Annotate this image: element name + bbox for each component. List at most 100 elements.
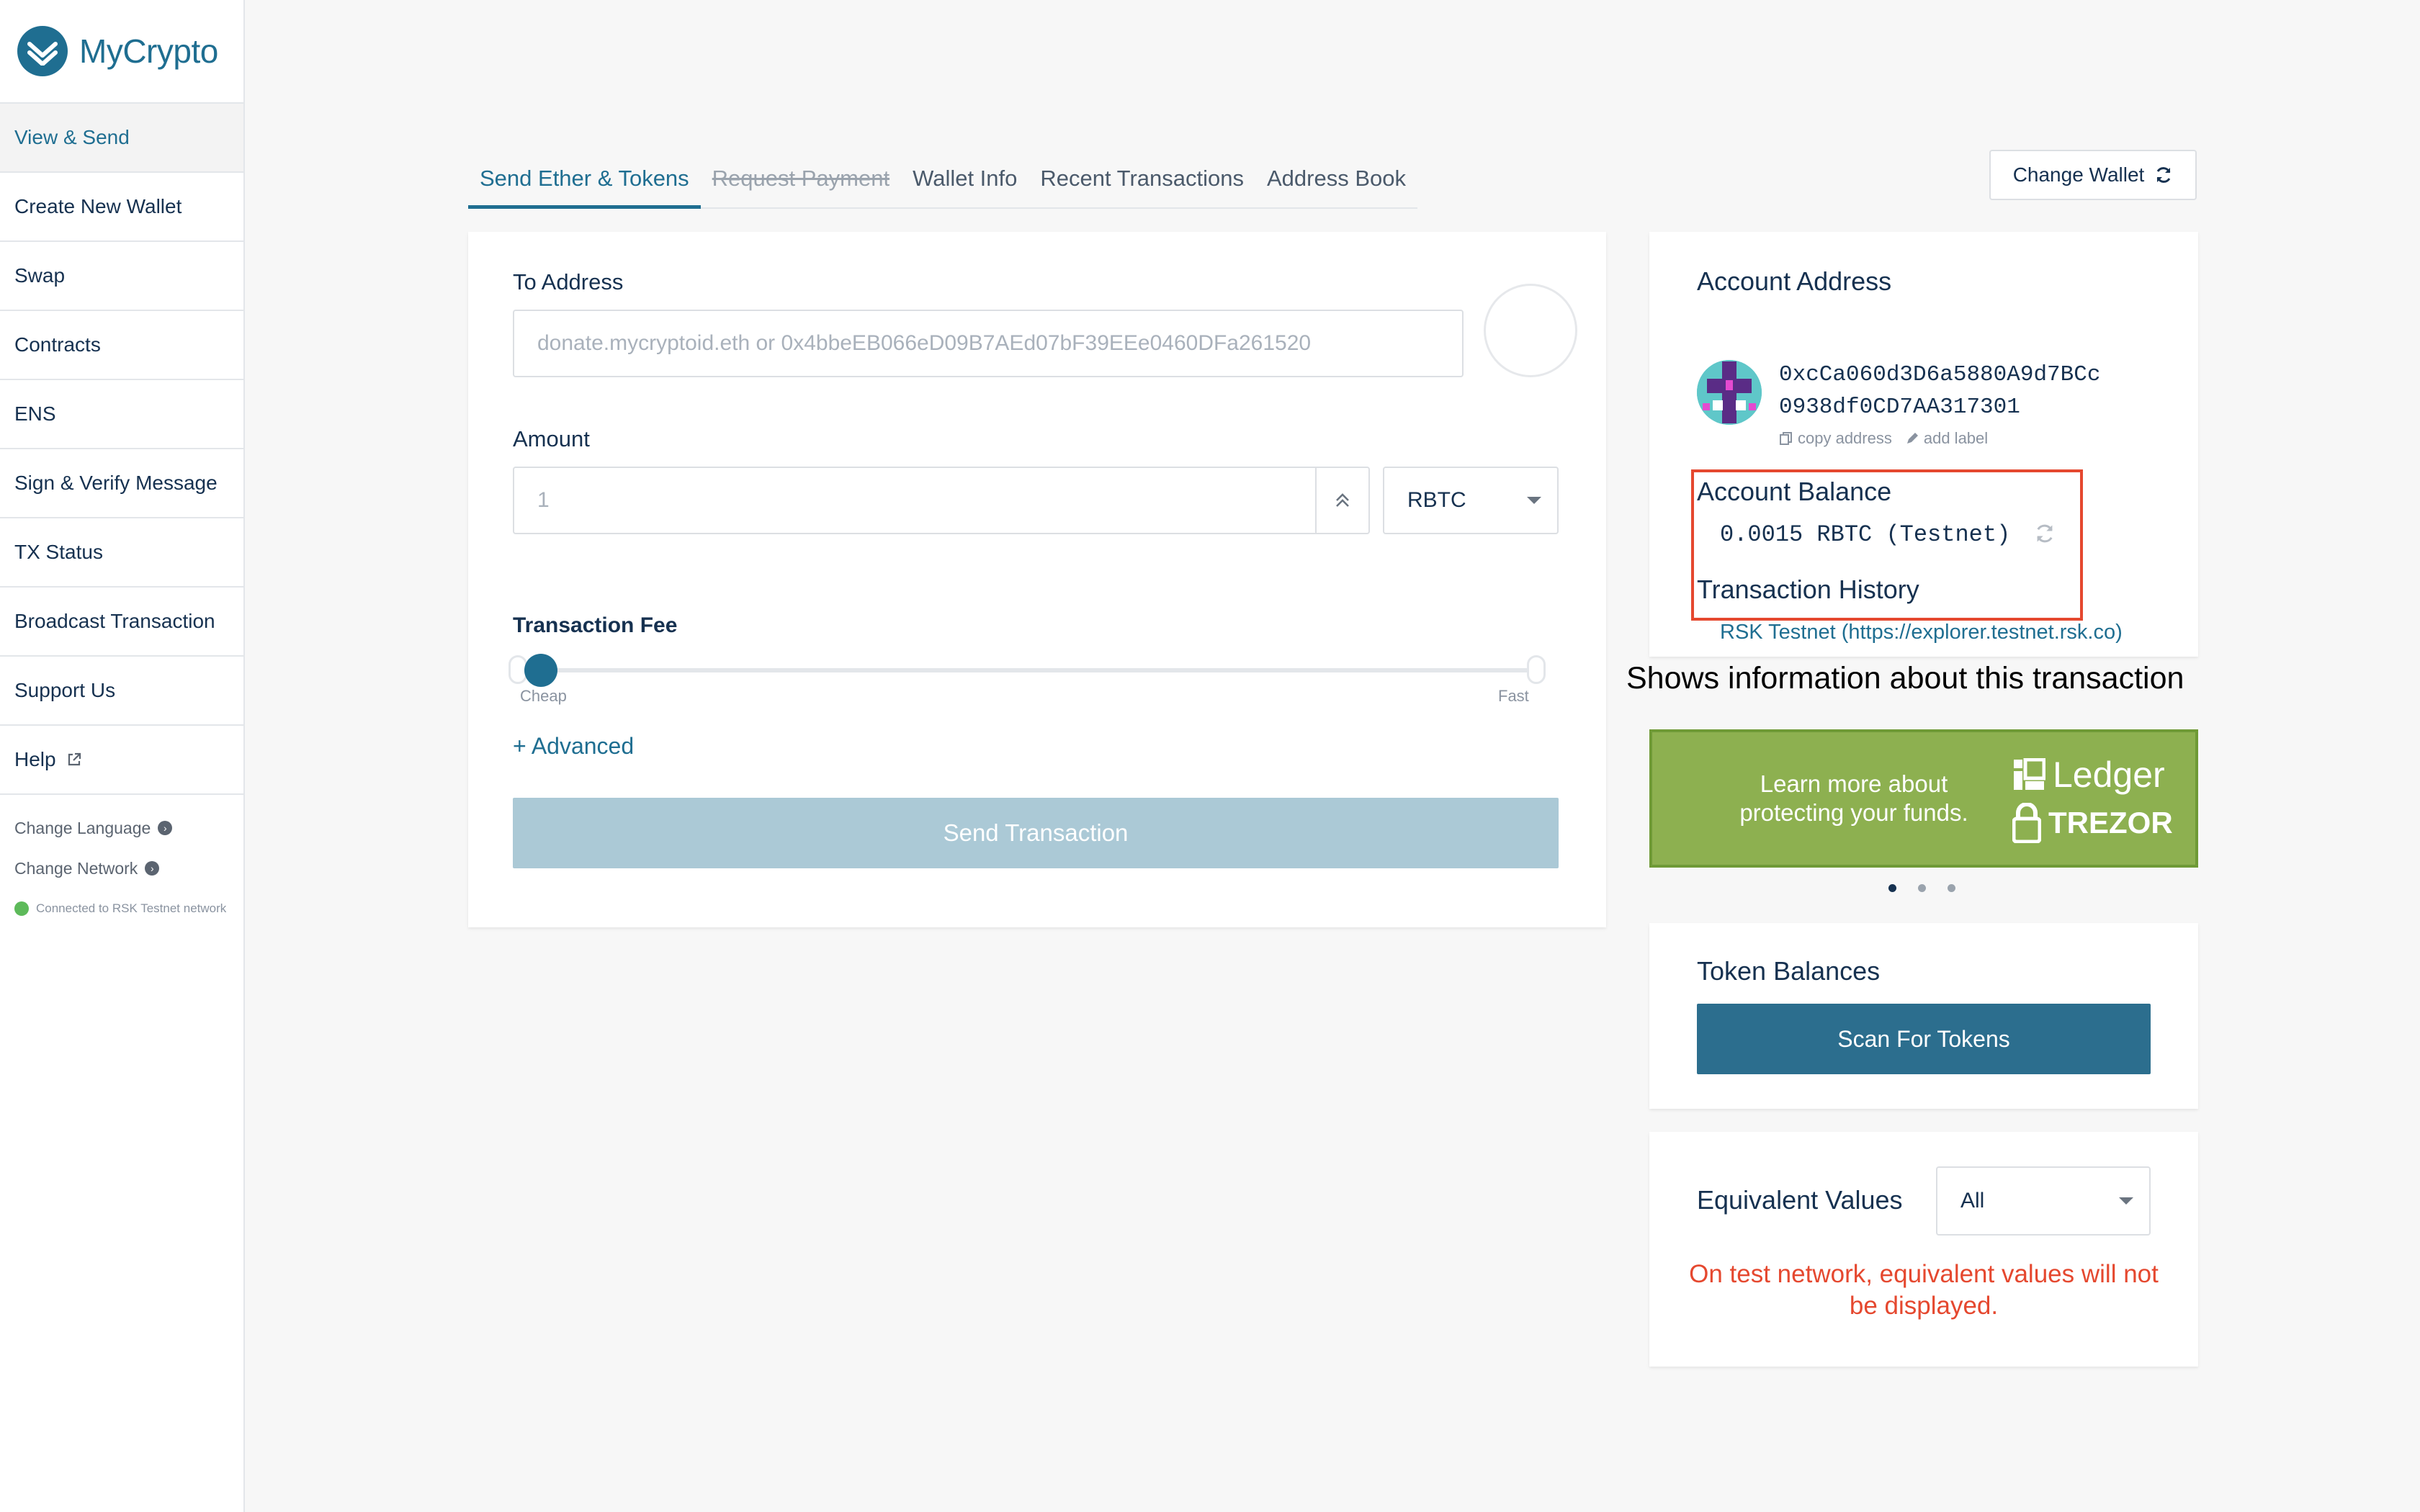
sidebar-item-contracts[interactable]: Contracts (0, 311, 243, 380)
amount-placeholder: 1 (537, 488, 550, 512)
change-language-label: Change Language (14, 818, 151, 837)
equivalent-selected-value: All (1960, 1189, 1985, 1212)
equivalent-currency-select[interactable]: All (1936, 1166, 2151, 1236)
chevron-down-icon (2119, 1197, 2133, 1205)
equivalent-values-card: Equivalent Values All On test network, e… (1649, 1132, 2198, 1367)
sidebar-item-ens[interactable]: ENS (0, 380, 243, 449)
pencil-icon (1906, 433, 1918, 444)
equivalent-values-title: Equivalent Values (1697, 1185, 1903, 1215)
to-address-placeholder: donate.mycryptoid.eth or 0x4bbeEB066eD09… (537, 331, 1312, 355)
amount-input[interactable]: 1 (513, 467, 1370, 534)
fee-fast-label: Fast (1498, 687, 1529, 705)
equivalent-values-note: On test network, equivalent values will … (1689, 1260, 2159, 1320)
mycrypto-logo-icon (17, 26, 68, 76)
sidebar-item-label: TX Status (14, 541, 103, 563)
address-identicon-placeholder (1484, 284, 1577, 377)
sidebar-item-support[interactable]: Support Us (0, 657, 243, 726)
transaction-history-title: Transaction History (1697, 575, 1919, 604)
change-network-label: Change Network (14, 858, 138, 878)
status-dot-icon (14, 901, 29, 916)
sidebar-item-label: Broadcast Transaction (14, 610, 215, 632)
tab-wallet-info[interactable]: Wallet Info (901, 157, 1028, 209)
app-name: MyCrypto (79, 32, 218, 70)
to-address-input[interactable]: donate.mycryptoid.eth or 0x4bbeEB066eD09… (513, 310, 1464, 377)
sidebar-item-label: Support Us (14, 679, 116, 701)
account-identicon (1697, 360, 1762, 425)
account-balance-title: Account Balance (1697, 477, 1892, 506)
copy-address-button[interactable]: copy address (1779, 429, 1892, 448)
refresh-balance-icon[interactable] (2034, 523, 2056, 544)
sidebar-item-help[interactable]: Help (0, 726, 243, 795)
trezor-brand: TREZOR (2012, 803, 2173, 843)
ledger-logo-icon (2014, 758, 2045, 790)
send-max-button[interactable] (1315, 468, 1368, 533)
sidebar-item-create-wallet[interactable]: Create New Wallet (0, 173, 243, 242)
sidebar-item-broadcast[interactable]: Broadcast Transaction (0, 588, 243, 657)
address-line-1: 0xcCa060d3D6a5880A9d7BCc (1779, 362, 2101, 387)
add-label-button[interactable]: add label (1905, 429, 1988, 448)
arrow-right-icon: › (145, 861, 160, 876)
fee-slider-end (1527, 655, 1546, 684)
connection-status-label: Connected to RSK Testnet network (36, 901, 227, 915)
tab-bar: Send Ether & Tokens Request Payment Wall… (468, 157, 1417, 209)
change-network-link[interactable]: Change Network › (0, 848, 243, 888)
currency-select[interactable]: RBTC (1383, 467, 1559, 534)
carousel-dot[interactable] (1918, 884, 1926, 892)
fee-slider-handle[interactable] (524, 654, 557, 687)
address-line-2: 0938df0CD7AA317301 (1779, 395, 2020, 420)
sidebar-item-label: ENS (14, 402, 56, 425)
carousel-dots (1888, 884, 1955, 892)
account-balance-value: 0.0015 RBTC (Testnet) (1720, 521, 2011, 548)
logo[interactable]: MyCrypto (0, 0, 243, 104)
token-balances-title: Token Balances (1697, 956, 1881, 986)
change-wallet-label: Change Wallet (2012, 163, 2145, 186)
sidebar-item-label: Contracts (14, 333, 101, 356)
scan-tokens-button[interactable]: Scan For Tokens (1697, 1004, 2151, 1074)
sidebar: MyCrypto View & Send Create New Wallet S… (0, 0, 245, 1512)
change-wallet-button[interactable]: Change Wallet (1989, 150, 2197, 200)
chevron-down-icon (1527, 497, 1541, 504)
tab-recent-transactions[interactable]: Recent Transactions (1028, 157, 1255, 209)
explorer-link[interactable]: RSK Testnet (https://explorer.testnet.rs… (1720, 621, 2123, 644)
annotation-caption: Shows information about this transaction (1626, 661, 2184, 696)
add-label-text: add label (1923, 429, 1989, 447)
tab-request-payment: Request Payment (712, 166, 890, 191)
send-transaction-button[interactable]: Send Transaction (513, 798, 1559, 868)
tab-send[interactable]: Send Ether & Tokens (468, 157, 701, 209)
account-address[interactable]: 0xcCa060d3D6a5880A9d7BCc 0938df0CD7AA317… (1779, 359, 2100, 423)
fee-label: Transaction Fee (513, 613, 678, 637)
sidebar-item-label: Help (14, 748, 56, 770)
account-card: Account Address 0xcCa060d3D6a5880A9d7BCc… (1649, 232, 2198, 657)
to-address-label: To Address (513, 269, 624, 294)
send-form-card: To Address donate.mycryptoid.eth or 0x4b… (468, 232, 1606, 927)
sidebar-item-label: Swap (14, 264, 66, 287)
arrow-right-icon: › (158, 821, 173, 835)
fee-cheap-label: Cheap (520, 687, 567, 705)
ledger-brand: Ledger (2012, 754, 2165, 796)
tab-address-book[interactable]: Address Book (1255, 157, 1417, 209)
carousel-dot[interactable] (1888, 884, 1896, 892)
sidebar-item-label: View & Send (14, 126, 130, 148)
double-chevron-up-icon (1336, 493, 1349, 507)
advanced-toggle[interactable]: + Advanced (513, 733, 634, 760)
sidebar-item-tx-status[interactable]: TX Status (0, 518, 243, 588)
sidebar-item-view-send[interactable]: View & Send (0, 104, 243, 173)
sidebar-item-swap[interactable]: Swap (0, 242, 243, 311)
carousel-dot[interactable] (1948, 884, 1955, 892)
copy-icon (1780, 432, 1792, 445)
fee-slider-track[interactable] (513, 668, 1538, 672)
sidebar-item-label: Create New Wallet (14, 195, 182, 217)
copy-address-label: copy address (1798, 429, 1892, 447)
trezor-label: TREZOR (2048, 806, 2173, 840)
external-link-icon (68, 752, 81, 766)
amount-label: Amount (513, 426, 590, 451)
sidebar-item-sign-verify[interactable]: Sign & Verify Message (0, 449, 243, 518)
sidebar-item-label: Sign & Verify Message (14, 472, 218, 494)
connection-status: Connected to RSK Testnet network (0, 888, 243, 929)
change-language-link[interactable]: Change Language › (0, 808, 243, 848)
token-balances-card: Token Balances Scan For Tokens (1649, 923, 2198, 1109)
address-actions: copy address add label (1779, 429, 1988, 448)
hardware-wallet-banner[interactable]: Learn more about protecting your funds. … (1649, 729, 2198, 868)
currency-value: RBTC (1407, 488, 1466, 512)
lock-icon (2012, 803, 2041, 843)
